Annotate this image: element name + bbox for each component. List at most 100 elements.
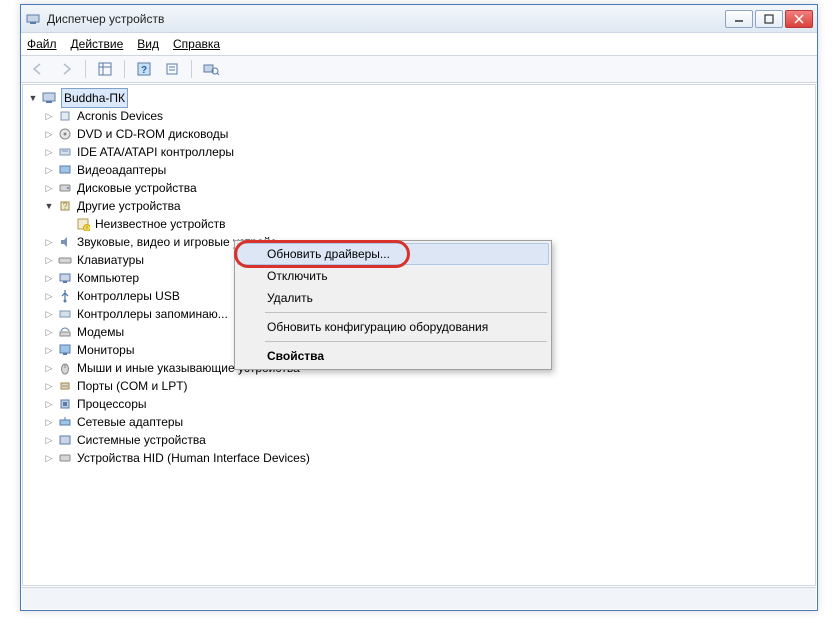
expander-icon[interactable] bbox=[43, 326, 55, 338]
disk-icon bbox=[57, 180, 73, 196]
toolbar-separator bbox=[124, 60, 125, 78]
tree-node-label: Неизвестное устройств bbox=[95, 215, 226, 233]
ctx-item-label: Обновить драйверы... bbox=[267, 247, 390, 261]
ctx-item-label: Обновить конфигурацию оборудования bbox=[267, 320, 488, 334]
expander-icon[interactable] bbox=[43, 164, 55, 176]
keyboard-icon bbox=[57, 252, 73, 268]
system-device-icon bbox=[57, 432, 73, 448]
other-devices-icon: ? bbox=[57, 198, 73, 214]
processor-icon bbox=[57, 396, 73, 412]
details-view-button[interactable] bbox=[94, 58, 116, 80]
tree-node[interactable]: DVD и CD-ROM дисководы bbox=[25, 125, 813, 143]
device-icon bbox=[57, 108, 73, 124]
tree-node-label: IDE ATA/ATAPI контроллеры bbox=[77, 143, 234, 161]
menu-file[interactable]: Файл bbox=[27, 37, 57, 51]
properties-button[interactable] bbox=[161, 58, 183, 80]
minimize-button[interactable] bbox=[725, 10, 753, 28]
tree-node-label: DVD и CD-ROM дисководы bbox=[77, 125, 228, 143]
storage-controller-icon bbox=[57, 306, 73, 322]
tree-node[interactable]: Acronis Devices bbox=[25, 107, 813, 125]
menu-view[interactable]: Вид bbox=[137, 37, 159, 51]
menu-help[interactable]: Справка bbox=[173, 37, 220, 51]
window-controls bbox=[725, 10, 813, 28]
expander-icon[interactable] bbox=[43, 308, 55, 320]
expander-icon[interactable] bbox=[43, 146, 55, 158]
expander-icon[interactable] bbox=[43, 182, 55, 194]
tree-node[interactable]: Сетевые адаптеры bbox=[25, 413, 813, 431]
tree-node[interactable]: Устройства HID (Human Interface Devices) bbox=[25, 449, 813, 467]
tree-node-label: Дисковые устройства bbox=[77, 179, 197, 197]
help-button[interactable]: ? bbox=[133, 58, 155, 80]
expander-icon[interactable] bbox=[43, 254, 55, 266]
tree-node-label: Клавиатуры bbox=[77, 251, 144, 269]
expander-icon[interactable] bbox=[43, 110, 55, 122]
tree-node-other[interactable]: ? Другие устройства bbox=[25, 197, 813, 215]
tree-node-label: Сетевые адаптеры bbox=[77, 413, 183, 431]
titlebar[interactable]: Диспетчер устройств bbox=[21, 5, 817, 33]
tree-node-label: Компьютер bbox=[77, 269, 139, 287]
expander-icon[interactable] bbox=[43, 200, 55, 212]
unknown-device-icon: ! bbox=[75, 216, 91, 232]
tree-node-unknown[interactable]: !Неизвестное устройств bbox=[25, 215, 813, 233]
forward-button[interactable] bbox=[55, 58, 77, 80]
ctx-disable[interactable]: Отключить bbox=[237, 265, 549, 287]
maximize-button[interactable] bbox=[755, 10, 783, 28]
tree-node[interactable]: Дисковые устройства bbox=[25, 179, 813, 197]
ctx-separator bbox=[265, 341, 547, 342]
hid-icon bbox=[57, 450, 73, 466]
menu-action[interactable]: Действие bbox=[71, 37, 124, 51]
app-icon bbox=[25, 11, 41, 27]
ctx-refresh-config[interactable]: Обновить конфигурацию оборудования bbox=[237, 316, 549, 338]
expander-icon[interactable] bbox=[43, 380, 55, 392]
tree-node-label: Видеоадаптеры bbox=[77, 161, 166, 179]
svg-text:?: ? bbox=[62, 201, 67, 211]
tree-node[interactable]: Порты (COM и LPT) bbox=[25, 377, 813, 395]
sound-icon bbox=[57, 234, 73, 250]
expander-icon[interactable] bbox=[43, 416, 55, 428]
scan-hardware-button[interactable] bbox=[200, 58, 222, 80]
tree-node[interactable]: Системные устройства bbox=[25, 431, 813, 449]
network-icon bbox=[57, 414, 73, 430]
expander-icon[interactable] bbox=[43, 398, 55, 410]
toolbar-separator bbox=[85, 60, 86, 78]
computer-icon bbox=[57, 270, 73, 286]
tree-node-label: Процессоры bbox=[77, 395, 147, 413]
expander-icon[interactable] bbox=[27, 92, 39, 104]
mouse-icon bbox=[57, 360, 73, 376]
ctx-delete[interactable]: Удалить bbox=[237, 287, 549, 309]
tree-node-label: Другие устройства bbox=[77, 197, 181, 215]
context-menu: Обновить драйверы... Отключить Удалить О… bbox=[234, 240, 552, 370]
tree-root-label: Buddha-ПК bbox=[61, 88, 128, 108]
back-button[interactable] bbox=[27, 58, 49, 80]
ctx-separator bbox=[265, 312, 547, 313]
ctx-properties[interactable]: Свойства bbox=[237, 345, 549, 367]
tree-root[interactable]: Buddha-ПК bbox=[25, 89, 813, 107]
expander-icon[interactable] bbox=[43, 236, 55, 248]
computer-icon bbox=[41, 90, 57, 106]
close-button[interactable] bbox=[785, 10, 813, 28]
expander-icon[interactable] bbox=[43, 362, 55, 374]
expander-icon[interactable] bbox=[43, 290, 55, 302]
tree-node[interactable]: Видеоадаптеры bbox=[25, 161, 813, 179]
tree-node-label: Устройства HID (Human Interface Devices) bbox=[77, 449, 310, 467]
ctx-item-label: Отключить bbox=[267, 269, 328, 283]
expander-icon[interactable] bbox=[43, 434, 55, 446]
svg-text:?: ? bbox=[141, 65, 147, 76]
ctx-update-drivers[interactable]: Обновить драйверы... bbox=[237, 243, 549, 265]
tree-node-label: Мониторы bbox=[77, 341, 134, 359]
expander-icon[interactable] bbox=[43, 272, 55, 284]
modem-icon bbox=[57, 324, 73, 340]
menubar: Файл Действие Вид Справка bbox=[21, 33, 817, 55]
expander-icon[interactable] bbox=[43, 452, 55, 464]
monitor-icon bbox=[57, 342, 73, 358]
tree-node[interactable]: Процессоры bbox=[25, 395, 813, 413]
ide-icon bbox=[57, 144, 73, 160]
tree-node[interactable]: IDE ATA/ATAPI контроллеры bbox=[25, 143, 813, 161]
ctx-item-label: Свойства bbox=[267, 349, 324, 363]
expander-icon[interactable] bbox=[43, 128, 55, 140]
expander-icon[interactable] bbox=[43, 344, 55, 356]
dvd-icon bbox=[57, 126, 73, 142]
toolbar-separator bbox=[191, 60, 192, 78]
ctx-item-label: Удалить bbox=[267, 291, 313, 305]
window-title: Диспетчер устройств bbox=[47, 12, 725, 26]
